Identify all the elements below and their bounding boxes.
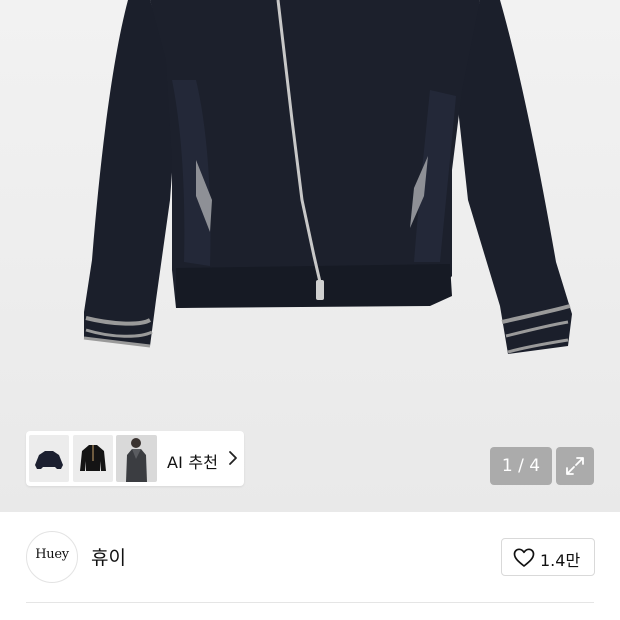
chevron-right-icon bbox=[229, 451, 237, 465]
brand-logo-text: Huey bbox=[35, 547, 69, 562]
jacket-black-thumbnail[interactable] bbox=[73, 435, 113, 482]
jacket-front-thumbnail[interactable] bbox=[29, 435, 69, 482]
heart-icon bbox=[513, 548, 535, 567]
product-image-gallery[interactable]: AI 추천 1 / 4 bbox=[0, 0, 620, 512]
brand-name-link[interactable]: 휴이 bbox=[91, 543, 126, 570]
divider bbox=[26, 602, 594, 603]
expand-image-button[interactable] bbox=[556, 447, 594, 485]
ai-recommend-label: AI 추천 bbox=[167, 453, 219, 472]
model-wearing-thumbnail[interactable] bbox=[116, 435, 157, 482]
expand-icon bbox=[566, 457, 584, 475]
ai-recommend-button[interactable]: AI 추천 bbox=[26, 431, 244, 486]
like-count: 1.4만 bbox=[540, 551, 581, 570]
image-counter: 1 / 4 bbox=[490, 447, 552, 485]
brand-logo-avatar[interactable]: Huey bbox=[26, 531, 78, 583]
like-button[interactable]: 1.4만 bbox=[501, 538, 595, 576]
brand-row: Huey 휴이 1.4만 bbox=[0, 512, 620, 602]
